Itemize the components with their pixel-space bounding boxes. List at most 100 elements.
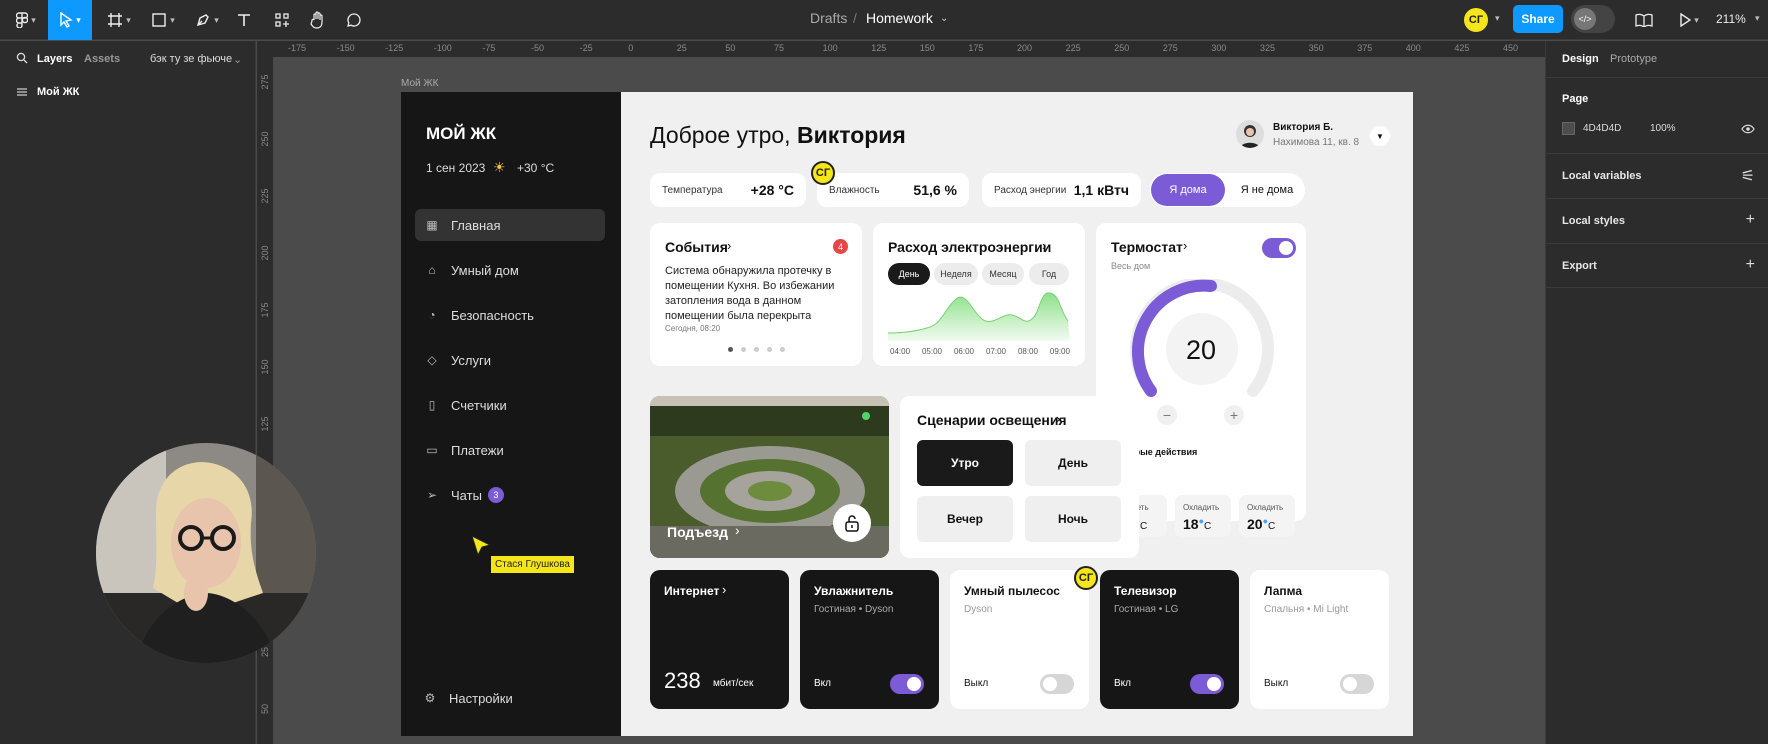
figma-menu-button[interactable]: ▾ <box>12 8 40 32</box>
user-avatar[interactable]: СГ <box>1464 8 1488 32</box>
frame-label[interactable]: Мой ЖК <box>401 78 438 89</box>
lighting-title[interactable]: Сценарии освещения <box>917 412 1067 428</box>
increase-button[interactable]: + <box>1224 405 1244 425</box>
chevron-right-icon[interactable]: › <box>727 238 731 253</box>
nav-item-settings[interactable]: ⚙ Настройки <box>413 682 603 714</box>
thermostat-title[interactable]: Термостат <box>1111 239 1183 255</box>
chevron-down-icon[interactable]: ▾ <box>1755 13 1760 24</box>
unlock-button[interactable] <box>833 504 871 542</box>
nav-item-meters[interactable]: ▯ Счетчики <box>415 389 605 421</box>
period-year[interactable]: Год <box>1029 263 1069 285</box>
file-name[interactable]: Homework <box>866 10 933 26</box>
local-styles-row[interactable]: Local styles + <box>1546 198 1768 243</box>
chevron-right-icon[interactable]: › <box>735 522 740 538</box>
pen-tool-button[interactable]: ▾ <box>192 8 222 32</box>
events-card[interactable]: События › 4 Система обнаружила протечку … <box>650 223 862 366</box>
present-button[interactable]: ▾ <box>1674 8 1704 32</box>
plus-icon[interactable]: + <box>1746 211 1755 229</box>
lighting-card[interactable]: Сценарии освещения › Утро День Вечер Ноч… <box>900 396 1139 558</box>
local-variables-row[interactable]: Local variables ⚟ <box>1546 153 1768 198</box>
tab-design[interactable]: Design <box>1562 53 1599 65</box>
internet-card[interactable]: Интернет › 238 мбит/сек <box>650 570 789 709</box>
dev-mode-toggle[interactable]: </> <box>1571 5 1615 33</box>
nav-item-services[interactable]: ◇ Услуги <box>415 344 605 376</box>
user-menu-button[interactable]: ▼ <box>1370 126 1390 146</box>
nav-item-main[interactable]: ▦ Главная <box>415 209 605 241</box>
chevron-down-icon[interactable]: ▾ <box>1495 13 1500 24</box>
dashboard-frame[interactable]: МОЙ ЖК 1 сен 2023 ☀ +30 °C ▦ Главная ⌂ Умн… <box>401 92 1413 736</box>
text-tool-button[interactable] <box>234 8 254 32</box>
entrance-label[interactable]: Подъезд <box>667 524 728 540</box>
nav-item-payments[interactable]: ▭ Платежи <box>415 434 605 466</box>
webcam-bubble[interactable] <box>96 443 316 663</box>
internet-title[interactable]: Интернет <box>664 584 719 598</box>
quick-action-cool[interactable]: Охладить 18●C <box>1175 495 1231 537</box>
nav-item-security[interactable]: ◔ Безопасность <box>415 299 605 331</box>
hand-tool-button[interactable] <box>308 8 328 32</box>
pager-dot[interactable] <box>741 347 746 352</box>
device-toggle[interactable] <box>1340 674 1374 694</box>
page-color-value[interactable]: 4D4D4D <box>1583 123 1621 134</box>
breadcrumb-drafts[interactable]: Drafts <box>810 10 847 26</box>
energy-card[interactable]: Расход электроэнергии › День Неделя Меся… <box>873 223 1085 366</box>
device-card-humidifier[interactable]: Увлажнитель Гостиная • Dyson Вкл <box>800 570 939 709</box>
home-off-button[interactable]: Я не дома <box>1230 174 1304 206</box>
thermostat-toggle[interactable] <box>1262 238 1296 258</box>
page-selector[interactable]: бэк ту зе фьюче <box>150 53 232 65</box>
period-day[interactable]: День <box>888 263 930 285</box>
export-row[interactable]: Export + <box>1546 243 1768 288</box>
zoom-level[interactable]: 211% <box>1716 12 1746 26</box>
send-icon: ➢ <box>426 488 438 502</box>
sliders-icon[interactable]: ⚟ <box>1741 166 1755 186</box>
tab-assets[interactable]: Assets <box>84 53 120 65</box>
share-button[interactable]: Share <box>1513 5 1563 33</box>
period-month[interactable]: Месяц <box>982 263 1024 285</box>
period-week[interactable]: Неделя <box>934 263 978 285</box>
chevron-right-icon[interactable]: › <box>1056 411 1060 426</box>
chevron-right-icon[interactable]: › <box>1183 238 1187 253</box>
scene-day[interactable]: День <box>1025 440 1121 486</box>
device-card-lamp[interactable]: Лапма Спальня • Mi Light Выкл <box>1250 570 1389 709</box>
nav-item-chats[interactable]: ➢ Чаты 3 <box>415 479 605 511</box>
resources-button[interactable] <box>272 8 292 32</box>
pager-dot[interactable] <box>767 347 772 352</box>
tab-prototype[interactable]: Prototype <box>1610 53 1657 65</box>
device-card-vacuum[interactable]: Умный пылесос Dyson Выкл <box>950 570 1089 709</box>
device-toggle[interactable] <box>1040 674 1074 694</box>
chevron-down-icon[interactable]: ⌄ <box>233 53 242 66</box>
quick-action-cool[interactable]: Охладить 20●C <box>1239 495 1295 537</box>
page-color-swatch[interactable] <box>1562 122 1575 135</box>
events-title[interactable]: События <box>665 239 728 255</box>
chevron-right-icon[interactable]: › <box>722 582 726 597</box>
chevron-down-icon[interactable]: ⌄ <box>940 13 948 24</box>
pager-dot[interactable] <box>780 347 785 352</box>
scene-morning[interactable]: Утро <box>917 440 1013 486</box>
scene-night[interactable]: Ночь <box>1025 496 1121 542</box>
pager-dot[interactable] <box>754 347 759 352</box>
comment-tool-button[interactable] <box>344 8 364 32</box>
library-button[interactable] <box>1634 8 1654 32</box>
pager-dot[interactable] <box>728 347 733 352</box>
nav-item-smart-home[interactable]: ⌂ Умный дом <box>415 254 605 286</box>
chevron-right-icon[interactable]: › <box>1042 238 1046 253</box>
home-on-button[interactable]: Я дома <box>1151 174 1225 206</box>
page-opacity-value[interactable]: 100% <box>1650 123 1676 134</box>
pager-dots[interactable] <box>728 347 785 352</box>
device-card-tv[interactable]: Телевизор Гостиная • LG Вкл <box>1100 570 1239 709</box>
device-toggle[interactable] <box>1190 674 1224 694</box>
decrease-button[interactable]: − <box>1157 405 1177 425</box>
eye-icon[interactable] <box>1741 124 1755 134</box>
energy-title[interactable]: Расход электроэнергии <box>888 239 1051 255</box>
avatar[interactable] <box>1236 120 1264 148</box>
device-toggle[interactable] <box>890 674 924 694</box>
tab-layers[interactable]: Layers <box>37 53 72 65</box>
layer-item[interactable]: Мой ЖК <box>37 86 79 98</box>
entrance-camera-card[interactable]: Подъезд › <box>650 396 889 558</box>
scene-evening[interactable]: Вечер <box>917 496 1013 542</box>
move-tool-button[interactable]: ▾ <box>48 0 92 40</box>
presence-toggle[interactable]: Я дома Я не дома <box>1150 173 1305 207</box>
shape-tool-button[interactable]: ▾ <box>148 8 178 32</box>
frame-tool-button[interactable]: ▾ <box>104 8 134 32</box>
plus-icon[interactable]: + <box>1746 256 1755 274</box>
search-icon[interactable] <box>16 52 28 64</box>
